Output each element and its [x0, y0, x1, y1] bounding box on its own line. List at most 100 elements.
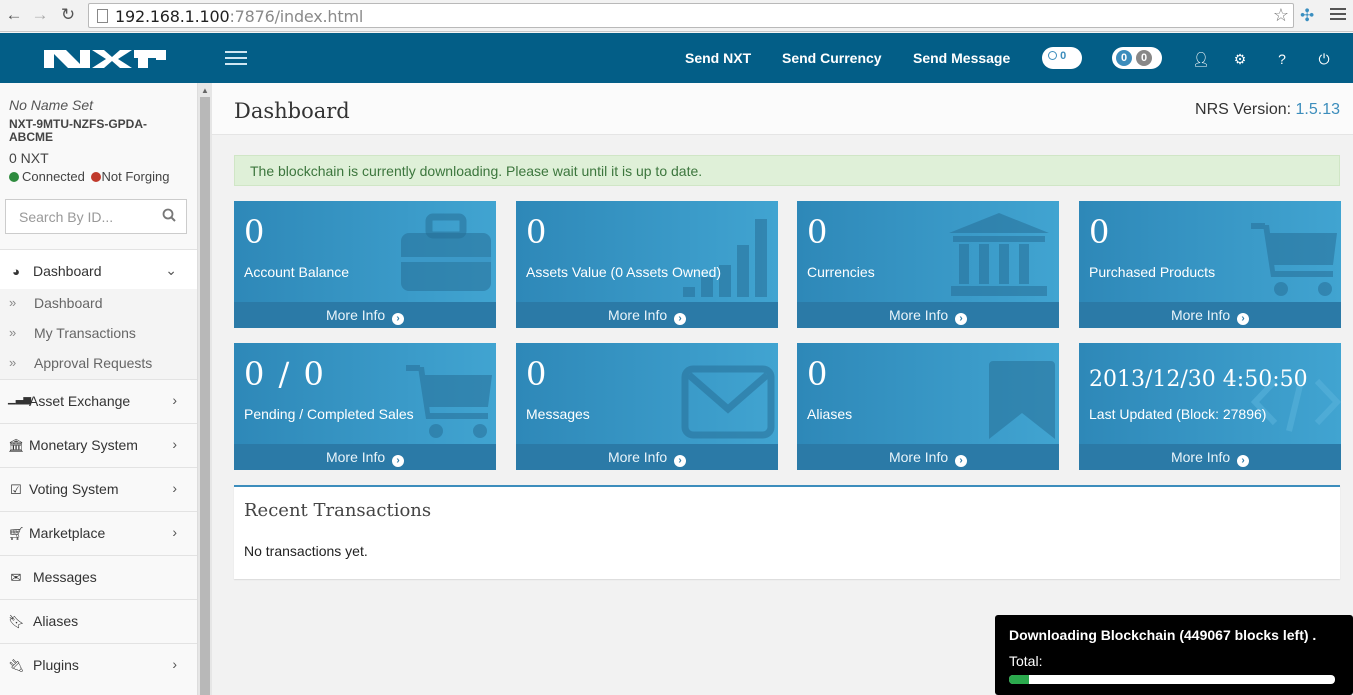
- arrow-circle-right-icon: ›: [1237, 313, 1250, 325]
- arrow-circle-right-icon: ›: [955, 455, 968, 467]
- bookmark-icon: 🔖︎: [8, 614, 25, 629]
- send-message-link[interactable]: Send Message: [913, 50, 1010, 66]
- send-currency-link[interactable]: Send Currency: [782, 50, 882, 66]
- box-label: Purchased Products: [1089, 264, 1216, 280]
- help-icon[interactable]: ?: [1275, 51, 1289, 67]
- account-id[interactable]: NXT-9MTU-NZFS-GPDA-ABCME: [9, 118, 179, 144]
- sidebar-item-label: Asset Exchange: [29, 393, 131, 409]
- more-info-label: More Info: [888, 449, 949, 465]
- account-status: Connected Not Forging: [9, 169, 169, 184]
- more-info-link[interactable]: More Info ›: [234, 444, 496, 470]
- subitem-label: My Transactions: [34, 325, 136, 341]
- sidebar-toggle-icon[interactable]: [225, 51, 247, 69]
- more-info-link[interactable]: More Info ›: [1079, 444, 1341, 470]
- stat-box-aliases[interactable]: 0 Aliases More Info ›: [797, 343, 1059, 470]
- notification-pill[interactable]: 0: [1042, 47, 1082, 69]
- page-header: Dashboard NRS Version: 1.5.13: [212, 83, 1353, 135]
- stat-box-account-balance[interactable]: 0 Account Balance More Info ›: [234, 201, 496, 328]
- dashboard-icon: ◕: [12, 264, 20, 279]
- url-path: :7876/index.html: [229, 7, 364, 26]
- address-bar[interactable]: 192.168.1.100:7876/index.html ☆: [88, 3, 1294, 28]
- chevron-right-icon: ›: [172, 436, 177, 452]
- forging-label[interactable]: Not Forging: [102, 169, 170, 184]
- send-nxt-link[interactable]: Send NXT: [685, 50, 751, 66]
- sidebar-item-asset-exchange[interactable]: ▁▃▅ Asset Exchange ›: [0, 379, 197, 423]
- chevron-right-icon: ›: [172, 480, 177, 496]
- sidebar-item-messages[interactable]: ✉ Messages: [0, 555, 197, 599]
- sidebar-item-dashboard[interactable]: ◕ Dashboard ⌄: [0, 249, 197, 293]
- blockchain-alert: The blockchain is currently downloading.…: [234, 155, 1340, 186]
- stat-box-messages[interactable]: 0 Messages More Info ›: [516, 343, 778, 470]
- download-total-label: Total:: [1009, 653, 1043, 669]
- browser-toolbar: ← → ↻ 192.168.1.100:7876/index.html ☆ ✣: [0, 0, 1353, 32]
- box-value: 0: [807, 355, 828, 393]
- search-input[interactable]: Search By ID...: [5, 199, 187, 234]
- more-info-label: More Info: [888, 307, 949, 323]
- sidebar-subitem-my-transactions[interactable]: » My Transactions: [0, 319, 197, 349]
- account-balance: 0 NXT: [9, 150, 49, 166]
- sidebar-item-aliases[interactable]: 🔖︎ Aliases: [0, 599, 197, 643]
- signal-bars-icon: ▁▃▅: [8, 394, 32, 405]
- version-value[interactable]: 1.5.13: [1296, 101, 1340, 118]
- arrow-circle-right-icon: ›: [1237, 455, 1250, 467]
- more-info-link[interactable]: More Info ›: [797, 302, 1059, 328]
- scrollbar-thumb[interactable]: [200, 97, 210, 695]
- sidebar-item-label: Marketplace: [29, 525, 106, 541]
- power-icon[interactable]: ⏻︎: [1317, 51, 1331, 68]
- recent-transactions-empty: No transactions yet.: [244, 543, 368, 559]
- user-icon[interactable]: 👤︎: [1192, 51, 1210, 68]
- status-pill[interactable]: 0 0: [1112, 47, 1162, 69]
- sidebar-item-label: Voting System: [29, 481, 119, 497]
- sidebar-subitem-approval-requests[interactable]: » Approval Requests: [0, 349, 197, 379]
- scroll-up-icon[interactable]: ▲: [201, 86, 209, 95]
- sidebar-item-voting-system[interactable]: ☑ Voting System ›: [0, 467, 197, 511]
- more-info-label: More Info: [325, 307, 386, 323]
- sidebar-item-marketplace[interactable]: 🛒︎ Marketplace ›: [0, 511, 197, 555]
- more-info-label: More Info: [325, 449, 386, 465]
- nxt-logo-icon[interactable]: [40, 42, 170, 76]
- angle-right-icon: »: [9, 355, 17, 370]
- reload-icon[interactable]: ↻: [58, 5, 78, 25]
- search-icon[interactable]: [162, 208, 176, 222]
- box-label: Pending / Completed Sales: [244, 406, 414, 422]
- envelope-icon: ✉: [10, 570, 22, 585]
- stat-box-sales[interactable]: 0 / 0 Pending / Completed Sales More Inf…: [234, 343, 496, 470]
- back-icon[interactable]: ←: [4, 5, 24, 25]
- arrow-circle-right-icon: ›: [392, 313, 405, 325]
- sidebar-scrollbar[interactable]: ▲: [198, 83, 212, 695]
- chevron-down-icon: ⌄: [165, 262, 177, 278]
- more-info-link[interactable]: More Info ›: [516, 444, 778, 470]
- sidebar-item-monetary-system[interactable]: 🏛︎ Monetary System ›: [0, 423, 197, 467]
- box-label: Account Balance: [244, 264, 350, 280]
- browser-menu-icon[interactable]: [1330, 6, 1346, 23]
- box-value: 0: [244, 213, 265, 251]
- plug-icon: 🔌︎: [8, 658, 25, 673]
- sidebar-subitem-dashboard[interactable]: » Dashboard: [0, 289, 197, 319]
- sidebar-item-plugins[interactable]: 🔌︎ Plugins ›: [0, 643, 197, 687]
- more-info-link[interactable]: More Info ›: [1079, 302, 1341, 328]
- download-progress-fill: [1009, 675, 1029, 684]
- cart-icon: [406, 365, 492, 438]
- stat-box-purchased-products[interactable]: 0 Purchased Products More Info ›: [1079, 201, 1341, 328]
- download-progress-popup[interactable]: Downloading Blockchain (449067 blocks le…: [995, 615, 1353, 695]
- bookmark-star-icon[interactable]: ☆: [1273, 5, 1289, 26]
- notification-count: 0: [1060, 50, 1067, 62]
- angle-right-icon: »: [9, 295, 17, 310]
- chevron-right-icon: ›: [172, 656, 177, 672]
- cart-icon: 🛒︎: [8, 526, 25, 541]
- stat-box-last-updated[interactable]: 2013/12/30 4:50:50 Last Updated (Block: …: [1079, 343, 1341, 470]
- extension-icon[interactable]: ✣: [1300, 6, 1314, 26]
- more-info-link[interactable]: More Info ›: [234, 302, 496, 328]
- envelope-icon: [681, 365, 775, 439]
- box-value: 0: [526, 355, 547, 393]
- forward-icon[interactable]: →: [30, 5, 50, 25]
- account-name[interactable]: No Name Set: [9, 97, 93, 113]
- download-progress-bar: [1009, 675, 1335, 684]
- more-info-label: More Info: [1170, 307, 1231, 323]
- stat-box-currencies[interactable]: 0 Currencies More Info ›: [797, 201, 1059, 328]
- more-info-link[interactable]: More Info ›: [797, 444, 1059, 470]
- stat-box-assets-value[interactable]: 0 Assets Value (0 Assets Owned) More Inf…: [516, 201, 778, 328]
- more-info-link[interactable]: More Info ›: [516, 302, 778, 328]
- app-header: Send NXT Send Currency Send Message 0 0 …: [0, 33, 1353, 83]
- gear-icon[interactable]: ⚙︎: [1233, 51, 1247, 68]
